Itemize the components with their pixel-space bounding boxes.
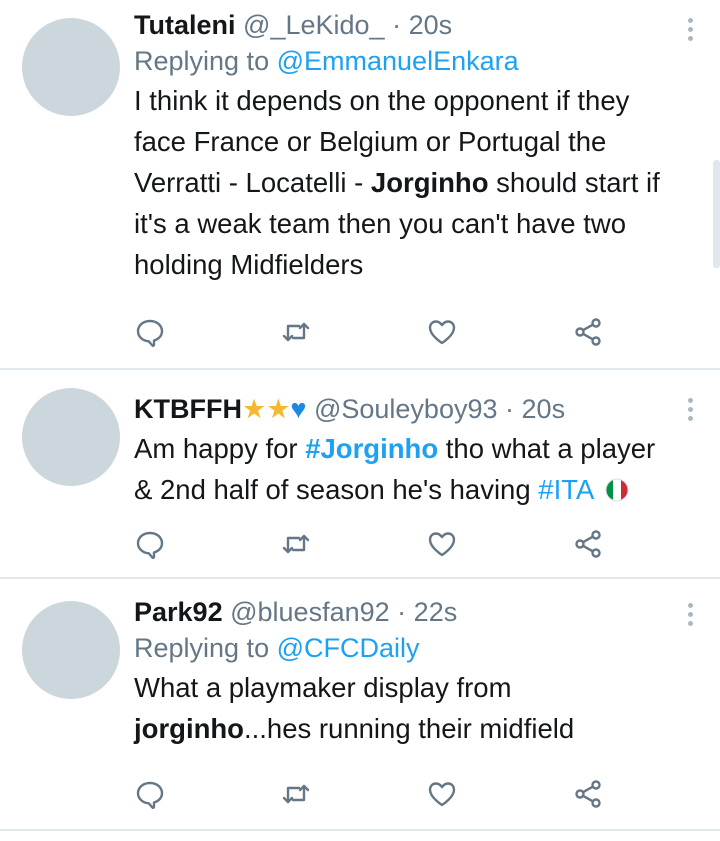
tweet-1[interactable]: Tutaleni @_LeKido_ · 20s Replying to @Em…	[0, 0, 720, 368]
retweet-icon[interactable]	[280, 528, 314, 562]
replying-to: Replying to @CFCDaily	[134, 631, 680, 665]
like-icon[interactable]	[426, 778, 460, 812]
separator-dot: ·	[392, 10, 402, 40]
tweet-divider	[0, 829, 720, 831]
share-icon[interactable]	[572, 778, 606, 812]
tweet-header: Tutaleni @_LeKido_ · 20s	[134, 8, 680, 42]
hashtag-link[interactable]: #Jorginho	[305, 433, 438, 464]
text-segment: Am happy for	[134, 433, 306, 464]
text-line: What a playmaker display from	[134, 672, 512, 703]
text-segment: Verratti - Locatelli -	[134, 167, 371, 198]
tweet-header: KTBFFH★★♥ @Souleyboy93 · 20s	[134, 392, 680, 426]
retweet-icon[interactable]	[280, 316, 314, 350]
display-name[interactable]: KTBFFH	[134, 394, 242, 424]
text-line: I think it depends on the opponent if th…	[134, 85, 630, 116]
tweet-3[interactable]: Park92 @bluesfan92 · 22s Replying to @CF…	[0, 579, 720, 829]
italy-flag-icon	[605, 478, 629, 502]
more-icon[interactable]	[688, 398, 694, 425]
tweet-actions	[134, 778, 614, 812]
replying-label: Replying to	[134, 46, 270, 76]
hashtag-link[interactable]: #ITA	[538, 474, 593, 505]
reply-icon[interactable]	[134, 316, 168, 350]
blue-heart-emoji: ♥	[290, 394, 307, 424]
reply-icon[interactable]	[134, 528, 168, 562]
text-line: jorginho...hes running their midfield	[134, 708, 680, 749]
star-emoji: ★	[266, 394, 291, 424]
more-icon[interactable]	[688, 18, 694, 45]
retweet-icon[interactable]	[280, 778, 314, 812]
avatar[interactable]	[22, 18, 120, 116]
more-icon[interactable]	[688, 603, 694, 630]
highlighted-keyword: Jorginho	[370, 167, 489, 198]
tweet-text: Am happy for #Jorginho tho what a player…	[134, 428, 680, 510]
text-line: & 2nd half of season he's having #ITA	[134, 469, 680, 510]
display-name[interactable]: Park92	[134, 597, 223, 627]
display-name[interactable]: Tutaleni	[134, 10, 236, 40]
scrollbar[interactable]	[713, 160, 720, 268]
reply-icon[interactable]	[134, 778, 168, 812]
share-icon[interactable]	[572, 316, 606, 350]
text-line: it's a weak team then you can't have two	[134, 208, 627, 239]
replying-to-link[interactable]: @CFCDaily	[277, 633, 420, 663]
text-segment: ...hes running their midfield	[243, 713, 575, 744]
tweet-2[interactable]: KTBFFH★★♥ @Souleyboy93 · 20s Am happy fo…	[0, 370, 720, 577]
separator-dot: ·	[505, 394, 515, 424]
text-line: face France or Belgium or Portugal the	[134, 126, 607, 157]
timestamp[interactable]: 22s	[414, 597, 458, 627]
timestamp[interactable]: 20s	[409, 10, 453, 40]
user-handle[interactable]: @bluesfan92	[230, 597, 390, 627]
timestamp[interactable]: 20s	[522, 394, 566, 424]
like-icon[interactable]	[426, 316, 460, 350]
user-handle[interactable]: @_LeKido_	[243, 10, 385, 40]
tweet-text: I think it depends on the opponent if th…	[134, 80, 680, 285]
avatar[interactable]	[22, 601, 120, 699]
text-segment: should start if	[488, 167, 660, 198]
tweet-header: Park92 @bluesfan92 · 22s	[134, 595, 680, 629]
share-icon[interactable]	[572, 528, 606, 562]
like-icon[interactable]	[426, 528, 460, 562]
tweet-actions	[134, 316, 614, 350]
tweet-text: What a playmaker display from jorginho..…	[134, 667, 680, 749]
text-line: holding Midfielders	[134, 249, 364, 280]
replying-to-link[interactable]: @EmmanuelEnkara	[277, 46, 519, 76]
star-emoji: ★	[241, 394, 267, 424]
tweet-actions	[134, 528, 614, 562]
user-handle[interactable]: @Souleyboy93	[314, 394, 498, 424]
replying-to: Replying to @EmmanuelEnkara	[134, 44, 680, 78]
text-segment: & 2nd half of season he's having	[134, 474, 539, 505]
highlighted-keyword: jorginho	[134, 713, 244, 744]
text-segment: tho what a player	[438, 433, 656, 464]
separator-dot: ·	[397, 597, 407, 627]
avatar[interactable]	[22, 388, 120, 486]
text-line: Verratti - Locatelli - Jorginho should s…	[134, 162, 680, 203]
text-line: Am happy for #Jorginho tho what a player	[134, 428, 680, 469]
replying-label: Replying to	[134, 633, 270, 663]
